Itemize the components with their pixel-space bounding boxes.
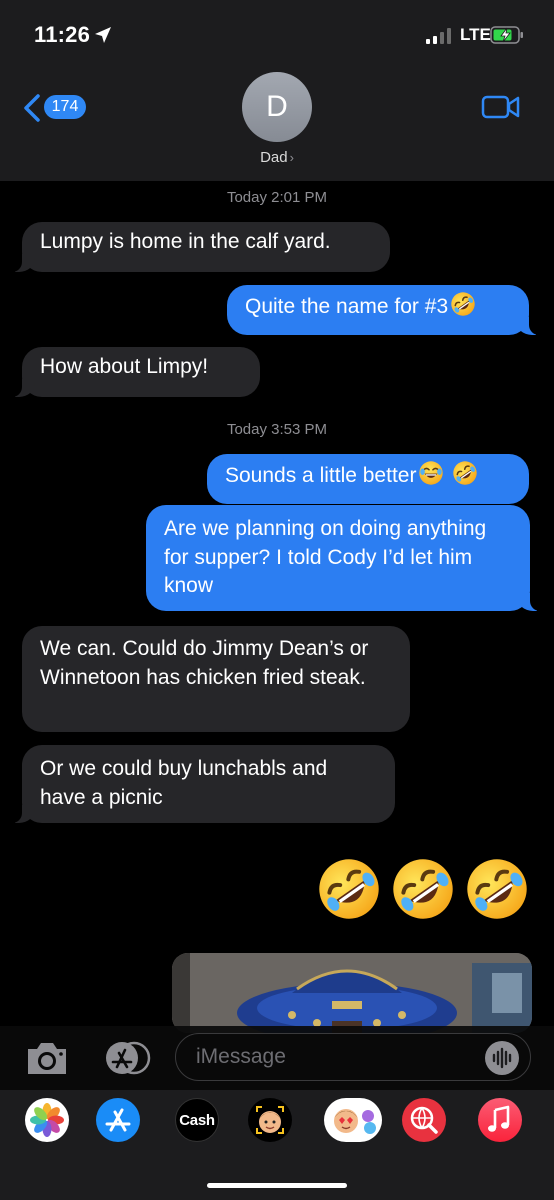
apple-cash-label: Cash	[176, 1099, 218, 1141]
message-bubble-incoming[interactable]: Lumpy is home in the calf yard.	[0, 222, 390, 272]
network-type: LTE	[460, 25, 491, 44]
apple-cash-app-icon[interactable]: Cash	[175, 1098, 219, 1142]
memoji-face-icon	[256, 1106, 284, 1134]
memoji-stickers-app-icon[interactable]	[324, 1098, 382, 1142]
status-time: 11:26	[34, 22, 91, 47]
message-text: Lumpy is home in the calf yard.	[40, 230, 331, 253]
photo-thumbnail	[172, 953, 532, 1033]
message-text: Are we planning on doing anything for su…	[164, 517, 487, 597]
message-bubble-outgoing[interactable]: Are we planning on doing anything for su…	[146, 505, 554, 611]
timestamp-time: 3:53 PM	[271, 421, 328, 438]
message-bubble-incoming[interactable]: How about Limpy!	[0, 347, 260, 397]
home-indicator[interactable]	[207, 1183, 347, 1188]
emoji-only-message[interactable]	[316, 856, 538, 927]
back-chevron-icon[interactable]	[22, 94, 42, 122]
signal-icon	[426, 28, 451, 44]
audio-message-button[interactable]	[485, 1041, 519, 1075]
timestamp: Today 3:53 PM	[0, 421, 554, 438]
music-app-icon[interactable]	[478, 1098, 522, 1142]
web-images-app-icon[interactable]	[402, 1098, 446, 1142]
message-bubble-outgoing[interactable]: Sounds a little better	[207, 454, 529, 504]
photos-app-icon[interactable]	[25, 1098, 69, 1142]
rolling-on-floor-laughing-emoji-icon	[452, 460, 478, 486]
contact-avatar[interactable]: D	[242, 72, 312, 142]
message-text: Or we could buy lunchabls and have a pic…	[40, 757, 328, 809]
memoji-app-icon[interactable]	[248, 1098, 292, 1142]
waveform-icon	[492, 1047, 512, 1069]
music-note-icon	[488, 1105, 510, 1132]
timestamp-time: 2:01 PM	[271, 189, 328, 206]
timestamp-day: Today	[226, 189, 267, 206]
message-text: How about Limpy!	[40, 355, 209, 378]
message-text: We can. Could do Jimmy Dean’s or Winneto…	[40, 637, 369, 689]
location-arrow-icon	[95, 27, 111, 43]
imessage-input[interactable]	[175, 1033, 531, 1081]
camera-icon[interactable]	[24, 1039, 70, 1077]
rolling-on-floor-laughing-emoji-icon	[390, 856, 456, 922]
photos-flower-icon	[30, 1103, 64, 1137]
message-bubble-incoming[interactable]: We can. Could do Jimmy Dean’s or Winneto…	[22, 626, 410, 732]
unread-count-badge[interactable]: 174	[44, 95, 86, 119]
message-bubble-outgoing[interactable]: Quite the name for #3	[227, 285, 554, 335]
rolling-on-floor-laughing-emoji-icon	[464, 856, 530, 922]
battery-charging-icon	[490, 26, 523, 44]
contact-name-link[interactable]: Dad ›	[0, 149, 554, 166]
video-camera-icon[interactable]	[481, 94, 521, 120]
contact-name: Dad	[260, 149, 288, 166]
app-store-app-icon[interactable]	[96, 1098, 140, 1142]
image-attachment[interactable]	[172, 953, 532, 1033]
timestamp: Today 2:01 PM	[0, 189, 554, 206]
message-text: Quite the name for #3	[245, 295, 449, 318]
tears-of-joy-emoji-icon	[418, 460, 444, 486]
message-text: Sounds a little better	[225, 464, 417, 487]
memoji-stickers-icon	[334, 1109, 376, 1134]
rolling-on-floor-laughing-emoji-icon	[316, 856, 382, 922]
rolling-on-floor-laughing-emoji-icon	[450, 291, 476, 317]
app-store-drawer-icon[interactable]	[98, 1040, 152, 1076]
globe-search-icon	[410, 1106, 438, 1134]
message-bubble-incoming[interactable]: Or we could buy lunchabls and have a pic…	[0, 745, 395, 823]
app-store-glyph-icon	[105, 1108, 131, 1132]
cash-label-text: Cash	[179, 1112, 215, 1129]
chevron-right-icon: ›	[289, 150, 294, 165]
timestamp-day: Today	[226, 421, 267, 438]
